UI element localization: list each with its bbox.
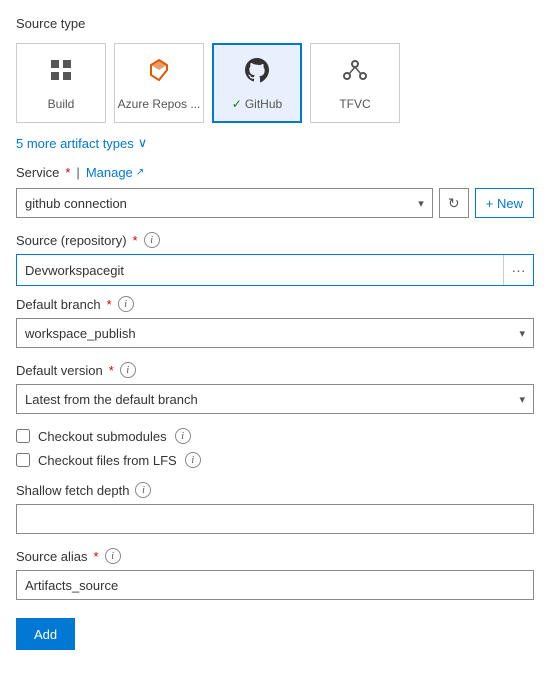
default-version-info-icon: i — [120, 362, 136, 378]
source-alias-required: * — [94, 549, 99, 564]
more-types-label: 5 more artifact types — [16, 136, 134, 151]
source-repo-section: Source (repository) * i ··· — [16, 232, 534, 286]
source-type-label: Source type — [16, 16, 534, 31]
github-tile-label: GitHub — [245, 97, 282, 111]
azure-repos-icon — [145, 56, 173, 91]
external-link-icon: ↗ — [136, 167, 144, 178]
default-version-value: Latest from the default branch — [25, 392, 198, 407]
source-repo-label-row: Source (repository) * i — [16, 232, 534, 248]
refresh-button[interactable]: ↻ — [439, 188, 469, 218]
source-tile-azure-repos[interactable]: Azure Repos ... — [114, 43, 204, 123]
shallow-fetch-label-row: Shallow fetch depth i — [16, 482, 534, 498]
default-version-chevron-icon: ▾ — [519, 393, 525, 406]
shallow-fetch-input[interactable] — [16, 504, 534, 534]
default-branch-section: Default branch * i workspace_publish ▾ — [16, 296, 534, 348]
ellipsis-button[interactable]: ··· — [503, 255, 533, 285]
service-dropdown-chevron-icon: ▾ — [418, 197, 424, 210]
source-tile-tfvc[interactable]: TFVC — [310, 43, 400, 123]
default-branch-chevron-icon: ▾ — [519, 327, 525, 340]
checkout-lfs-label: Checkout files from LFS — [38, 453, 177, 468]
source-type-section: Source type Build Azure Rep — [16, 16, 534, 650]
checkout-submodules-info-icon: i — [175, 428, 191, 444]
source-tile-build[interactable]: Build — [16, 43, 106, 123]
service-dropdown-value: github connection — [25, 196, 127, 211]
checkout-lfs-checkbox[interactable] — [16, 453, 30, 467]
source-alias-label: Source alias — [16, 549, 88, 564]
shallow-fetch-section: Shallow fetch depth i — [16, 482, 534, 534]
more-artifact-types-link[interactable]: 5 more artifact types ∨ — [16, 135, 534, 151]
service-label: Service — [16, 165, 59, 180]
checkout-lfs-row: Checkout files from LFS i — [16, 452, 534, 468]
github-check-label: ✓ GitHub — [232, 97, 282, 111]
source-repo-label: Source (repository) — [16, 233, 127, 248]
refresh-icon: ↻ — [448, 195, 460, 212]
default-branch-value: workspace_publish — [25, 326, 136, 341]
source-alias-label-row: Source alias * i — [16, 548, 534, 564]
default-version-label: Default version — [16, 363, 103, 378]
source-alias-info-icon: i — [105, 548, 121, 564]
default-branch-dropdown[interactable]: workspace_publish ▾ — [16, 318, 534, 348]
service-row: Service * | Manage ↗ — [16, 165, 534, 180]
source-repo-info-icon: i — [144, 232, 160, 248]
default-version-section: Default version * i Latest from the defa… — [16, 362, 534, 414]
source-alias-section: Source alias * i — [16, 548, 534, 600]
checkout-submodules-checkbox[interactable] — [16, 429, 30, 443]
more-types-chevron-icon: ∨ — [138, 135, 148, 151]
ellipsis-icon: ··· — [512, 262, 526, 278]
add-button[interactable]: Add — [16, 618, 75, 650]
source-type-grid: Build Azure Repos ... ✓ GitHub — [16, 43, 534, 123]
default-branch-required: * — [107, 297, 112, 312]
manage-label: Manage — [86, 165, 133, 180]
source-repo-input[interactable] — [17, 255, 503, 285]
source-tile-github[interactable]: ✓ GitHub — [212, 43, 302, 123]
default-branch-label: Default branch — [16, 297, 101, 312]
service-divider: | — [76, 165, 79, 180]
build-icon — [47, 56, 75, 91]
shallow-fetch-info-icon: i — [135, 482, 151, 498]
azure-repos-tile-label: Azure Repos ... — [118, 97, 201, 111]
new-button-label: + New — [486, 196, 523, 211]
tfvc-tile-label: TFVC — [339, 97, 370, 111]
service-dropdown[interactable]: github connection ▾ — [16, 188, 433, 218]
checkout-submodules-label: Checkout submodules — [38, 429, 167, 444]
checkout-submodules-row: Checkout submodules i — [16, 428, 534, 444]
default-branch-label-row: Default branch * i — [16, 296, 534, 312]
source-repo-input-row: ··· — [16, 254, 534, 286]
github-icon — [243, 56, 271, 91]
tfvc-icon — [341, 56, 369, 91]
manage-link[interactable]: Manage ↗ — [86, 165, 144, 180]
service-select-row: github connection ▾ ↻ + New — [16, 188, 534, 218]
source-repo-required: * — [133, 233, 138, 248]
source-alias-input[interactable] — [16, 570, 534, 600]
default-version-dropdown[interactable]: Latest from the default branch ▾ — [16, 384, 534, 414]
service-required-star: * — [65, 165, 70, 180]
new-button[interactable]: + New — [475, 188, 534, 218]
shallow-fetch-label: Shallow fetch depth — [16, 483, 129, 498]
checkout-lfs-info-icon: i — [185, 452, 201, 468]
build-tile-label: Build — [48, 97, 75, 111]
default-branch-info-icon: i — [118, 296, 134, 312]
default-version-label-row: Default version * i — [16, 362, 534, 378]
check-mark: ✓ — [232, 97, 242, 111]
default-version-required: * — [109, 363, 114, 378]
add-button-label: Add — [34, 627, 57, 642]
